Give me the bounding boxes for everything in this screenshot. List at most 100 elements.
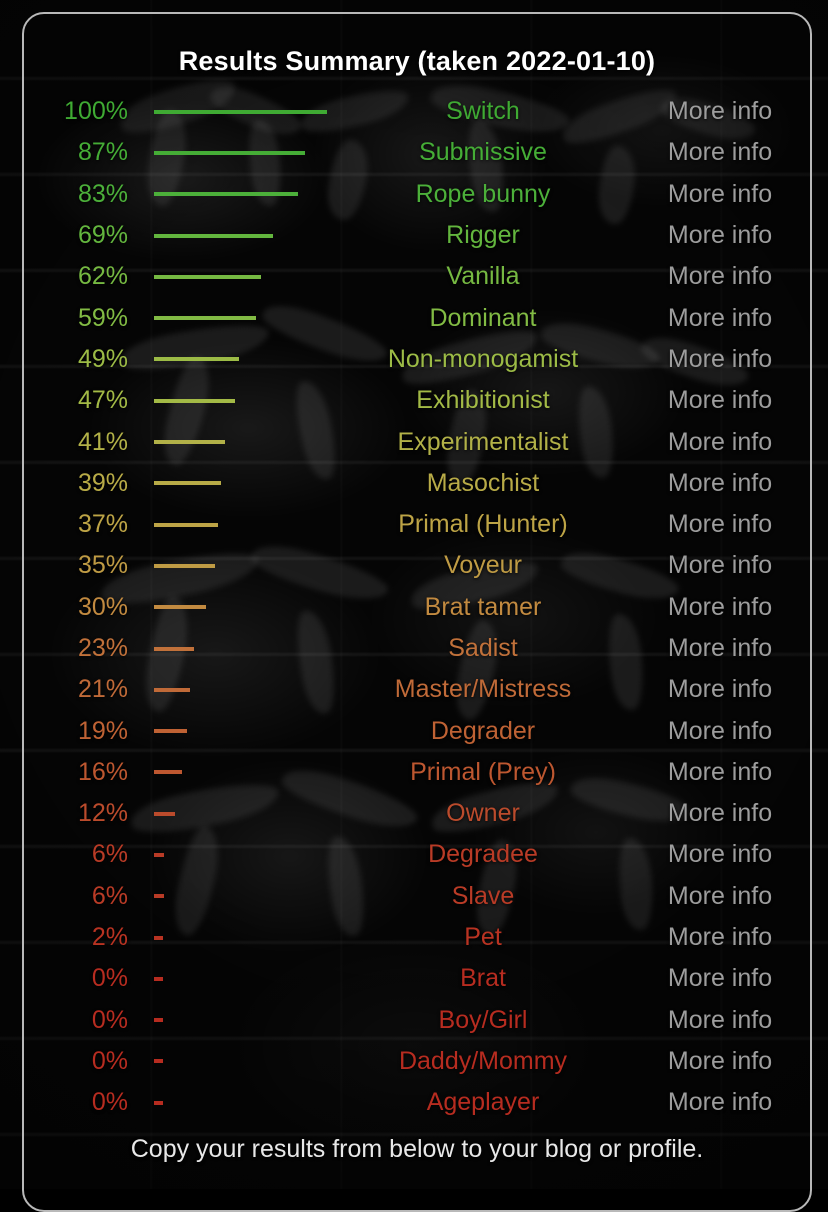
bar-fill — [154, 233, 273, 238]
result-row: 21% Master/Mistress More info — [24, 669, 810, 710]
more-info-link[interactable]: More info — [630, 262, 810, 291]
bar-fill — [154, 935, 163, 940]
result-label: Dominant — [429, 303, 537, 332]
result-label: Brat tamer — [424, 592, 542, 621]
result-row: 37% Primal (Hunter) More info — [24, 504, 810, 545]
result-label: Exhibitionist — [416, 386, 550, 415]
more-info-link[interactable]: More info — [630, 717, 810, 746]
result-row: 41% Experimentalist More info — [24, 421, 810, 462]
more-info-link[interactable]: More info — [630, 1088, 810, 1117]
bar-fill — [154, 1059, 163, 1064]
result-label: Owner — [446, 799, 520, 828]
result-label: Non-monogamist — [387, 344, 579, 373]
percent-value: 16% — [77, 757, 128, 786]
bar-fill — [154, 976, 163, 981]
more-info-link[interactable]: More info — [630, 97, 810, 126]
bar-track — [136, 894, 336, 899]
percent-value: 83% — [77, 179, 128, 208]
result-label: Masochist — [426, 468, 540, 497]
bar-fill — [154, 811, 175, 816]
percent-value: 0% — [91, 964, 128, 993]
bar-fill — [154, 605, 206, 610]
result-row: 59% Dominant More info — [24, 297, 810, 338]
percent-value: 35% — [77, 551, 128, 580]
percent-value: 0% — [91, 1046, 128, 1075]
bar-fill — [154, 274, 261, 279]
result-label: Primal (Hunter) — [398, 510, 568, 539]
result-row: 62% Vanilla More info — [24, 256, 810, 297]
result-label: Experimentalist — [397, 427, 569, 456]
result-row: 100% Switch More info — [24, 91, 810, 132]
more-info-link[interactable]: More info — [630, 469, 810, 498]
more-info-link[interactable]: More info — [630, 180, 810, 209]
more-info-link[interactable]: More info — [630, 551, 810, 580]
bar-track — [136, 1059, 336, 1064]
more-info-link[interactable]: More info — [630, 345, 810, 374]
bar-track — [136, 935, 336, 940]
bar-track — [136, 563, 336, 568]
bar-track — [136, 811, 336, 816]
result-row: 83% Rope bunny More info — [24, 174, 810, 215]
bar-fill — [154, 316, 256, 321]
bar-fill — [154, 687, 190, 692]
bar-track — [136, 522, 336, 527]
bar-fill — [154, 852, 164, 857]
more-info-link[interactable]: More info — [630, 634, 810, 663]
more-info-link[interactable]: More info — [630, 758, 810, 787]
result-row: 0% Daddy/Mommy More info — [24, 1041, 810, 1082]
more-info-link[interactable]: More info — [630, 882, 810, 911]
result-row: 49% Non-monogamist More info — [24, 339, 810, 380]
bar-track — [136, 687, 336, 692]
bar-fill — [154, 192, 298, 197]
more-info-link[interactable]: More info — [630, 304, 810, 333]
bar-track — [136, 150, 336, 155]
more-info-link[interactable]: More info — [630, 510, 810, 539]
result-row: 47% Exhibitionist More info — [24, 380, 810, 421]
more-info-link[interactable]: More info — [630, 923, 810, 952]
more-info-link[interactable]: More info — [630, 1006, 810, 1035]
bar-track — [136, 976, 336, 981]
more-info-link[interactable]: More info — [630, 964, 810, 993]
bar-fill — [154, 522, 218, 527]
bar-track — [136, 357, 336, 362]
more-info-link[interactable]: More info — [630, 799, 810, 828]
result-row: 35% Voyeur More info — [24, 545, 810, 586]
result-label: Rigger — [446, 221, 520, 250]
result-row: 0% Brat More info — [24, 958, 810, 999]
result-label: Pet — [464, 923, 502, 952]
result-label: Brat — [460, 964, 506, 993]
percent-value: 87% — [77, 138, 128, 167]
result-row: 0% Boy/Girl More info — [24, 1000, 810, 1041]
more-info-link[interactable]: More info — [630, 138, 810, 167]
bar-fill — [154, 481, 221, 486]
percent-value: 0% — [91, 1088, 128, 1117]
result-row: 30% Brat tamer More info — [24, 587, 810, 628]
more-info-link[interactable]: More info — [630, 593, 810, 622]
result-label: Slave — [451, 881, 515, 910]
more-info-link[interactable]: More info — [630, 386, 810, 415]
more-info-link[interactable]: More info — [630, 1047, 810, 1076]
more-info-link[interactable]: More info — [630, 428, 810, 457]
bar-track — [136, 1018, 336, 1023]
percent-value: 2% — [91, 923, 128, 952]
result-row: 12% Owner More info — [24, 793, 810, 834]
footer-note: Copy your results from below to your blo… — [130, 1135, 704, 1164]
result-label: Switch — [446, 97, 520, 126]
result-label: Ageplayer — [426, 1088, 540, 1117]
result-row: 6% Slave More info — [24, 876, 810, 917]
result-label: Boy/Girl — [438, 1005, 528, 1034]
more-info-link[interactable]: More info — [630, 840, 810, 869]
more-info-link[interactable]: More info — [630, 675, 810, 704]
page-title: Results Summary (taken 2022-01-10) — [178, 46, 656, 76]
result-row: 16% Primal (Prey) More info — [24, 752, 810, 793]
bar-track — [136, 852, 336, 857]
bar-fill — [154, 357, 239, 362]
result-row: 2% Pet More info — [24, 917, 810, 958]
bar-fill — [154, 440, 225, 445]
more-info-link[interactable]: More info — [630, 221, 810, 250]
bar-fill — [154, 150, 305, 155]
results-card: Results Summary (taken 2022-01-10) 100% S… — [22, 12, 812, 1212]
bar-fill — [154, 1100, 163, 1105]
percent-value: 30% — [77, 592, 128, 621]
result-label: Daddy/Mommy — [398, 1046, 568, 1075]
